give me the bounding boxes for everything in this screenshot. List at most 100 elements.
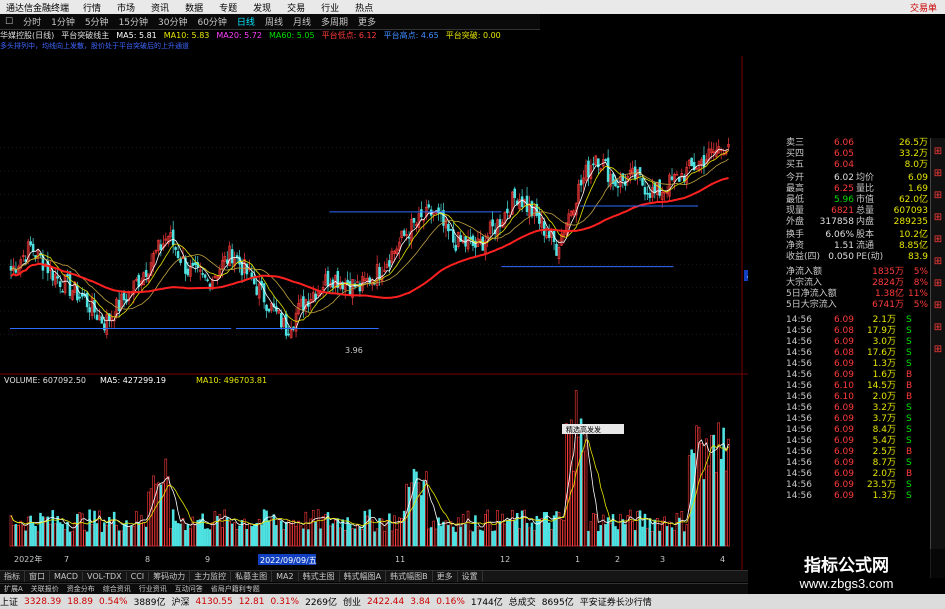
tab-icon-9[interactable]: ⊞ [931,322,945,336]
tick-row: 14:56 6.09 3.7万 S [748,414,930,425]
candle-body [538,212,541,224]
tab-icon-2[interactable]: ⊞ [931,168,945,182]
indicator-tab[interactable]: 私募主图 [231,571,273,582]
menu-item-news[interactable]: 资讯 [143,1,177,14]
sh-amount: 3889亿 [133,598,166,608]
menu-item-topics[interactable]: 专题 [211,1,245,14]
quote-value: 6.05 [833,149,854,159]
indicator-tab[interactable]: 筹码动力 [149,571,191,582]
quote-value: 6821 [831,206,854,216]
indicator-tab[interactable]: 窗口 [25,571,50,582]
volume-bar [675,513,679,547]
tab-icon-6[interactable]: ⊞ [931,256,945,270]
volume-bar [550,529,553,547]
timeframe-intraday[interactable]: 分时 [18,15,46,28]
kline-chart[interactable]: 5.605.405.205.004.804.604.404.204.004.50… [0,56,748,570]
tab-icon-3[interactable]: ⊞ [931,190,945,204]
volume-bar [68,531,72,547]
volume-bar [112,511,116,547]
menu-item-market[interactable]: 市场 [109,1,143,14]
lower-strip-tab[interactable]: 综合资讯 [99,584,135,594]
indicator-tab[interactable]: 韩式幅图A [340,571,387,582]
tick-direction: S [906,348,912,358]
volume-bar [358,526,362,547]
date-tick-label: 1 [575,555,580,564]
flow-value: 2824万 [872,278,904,288]
volume-bar [73,522,77,547]
timeframe-multi[interactable]: 多周期 [316,15,353,28]
volume-bar [638,510,642,547]
lower-strip-tab[interactable]: 互动问答 [171,584,207,594]
volume-bar [486,509,489,547]
menu-item-discover[interactable]: 发现 [245,1,279,14]
menu-item-trade[interactable]: 交易 [279,1,313,14]
indicator-tab[interactable]: CCI [127,572,150,581]
lower-strip-tab[interactable]: 行业资讯 [135,584,171,594]
timeframe-1min[interactable]: 1分钟 [46,15,80,28]
volume-bar [412,468,416,547]
menu-item-hot[interactable]: 热点 [347,1,381,14]
volume-bar [375,528,379,547]
volume-bar [142,522,145,547]
lower-strip-tab[interactable]: 省局户籍利专题 [207,584,264,594]
lower-strip-tab[interactable]: 资金分布 [63,584,99,594]
timeframe-daily[interactable]: 日线 [232,15,260,28]
formula-name[interactable]: 平台突破线主 [61,30,109,41]
volume-bar [476,526,480,547]
sh-label[interactable]: 上证 [0,595,18,608]
tab-icon-7[interactable]: ⊞ [931,278,945,292]
volume-bar [238,525,241,547]
tab-icon-8[interactable]: ⊞ [931,300,945,314]
menu-item-industry[interactable]: 行业 [313,1,347,14]
timeframe-monthly[interactable]: 月线 [288,15,316,28]
candle-body [14,269,18,273]
volume-bar [481,530,485,547]
tab-icon-5[interactable]: ⊞ [931,234,945,248]
menu-item-data[interactable]: 数据 [177,1,211,14]
hs-label[interactable]: 沪深 [172,595,190,608]
volume-bar [540,518,544,547]
indicator-tab[interactable]: MACD [50,572,83,581]
quote-row: 今开 6.02 均价 6.09 [748,173,930,184]
lower-strip-tab[interactable]: 关联报价 [27,584,63,594]
timeframe-more[interactable]: 更多 [353,15,381,28]
tab-icon-1[interactable]: ⊞ [931,146,945,160]
menu-item-quotes[interactable]: 行情 [75,1,109,14]
candle-body [267,308,271,312]
timeframe-30min[interactable]: 30分钟 [153,15,192,28]
indicator-tab[interactable]: 更多 [433,571,458,582]
indicator-tab[interactable]: 设置 [458,571,483,582]
volume-bar [567,433,571,547]
volume-bar [562,520,566,547]
menu-item-trade-order[interactable]: 交易单 [902,1,945,14]
indicator-tab[interactable]: 韩式幅图B [386,571,433,582]
indicator-tab[interactable]: 指标 [0,571,25,582]
candle-body [606,157,610,182]
timeframe-box-icon[interactable]: ☐ [0,17,18,27]
candle-body [506,208,509,214]
lower-strip-tab[interactable]: 扩展A [0,584,27,594]
quote-value: 6.02 [833,173,854,183]
volume-bar [577,436,580,547]
indicator-tab[interactable]: MA2 [272,572,299,581]
volume-value: VOLUME: 607092.50 [4,376,86,385]
candle-body [348,281,352,295]
candle-body [643,187,647,195]
tab-icon-4[interactable]: ⊞ [931,212,945,226]
indicator-tab[interactable]: 韩式主图 [299,571,340,582]
volume-bar [646,528,649,547]
ma10-value: MA10: 5.83 [163,31,210,40]
timeframe-15min[interactable]: 15分钟 [114,15,153,28]
tick-row: 14:56 6.09 1.3万 S [748,359,930,370]
timeframe-5min[interactable]: 5分钟 [80,15,114,28]
indicator-tab[interactable]: VOL-TDX [83,572,127,581]
quote-value-2: 6.09 [907,173,928,183]
tab-icon-10[interactable]: ⊞ [931,344,945,358]
timeframe-60min[interactable]: 60分钟 [192,15,231,28]
volume-bar [338,527,342,547]
cy-label[interactable]: 创业 [343,595,361,608]
indicator-tab[interactable]: 主力监控 [190,571,232,582]
volume-bar [474,515,477,547]
timeframe-weekly[interactable]: 周线 [260,15,288,28]
quote-label: 最高 [786,184,805,194]
